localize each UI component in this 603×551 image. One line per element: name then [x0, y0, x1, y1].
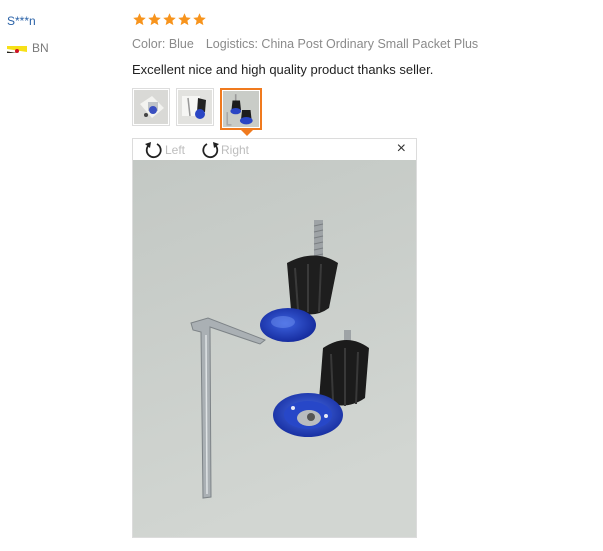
- review-thumbnail[interactable]: [176, 88, 214, 126]
- rotate-left-icon: [145, 142, 162, 159]
- star-icon: [148, 13, 161, 26]
- selected-thumbnail-caret: [241, 130, 253, 136]
- reviewer-name[interactable]: S***n: [7, 14, 36, 28]
- rotate-right-icon: [202, 142, 219, 159]
- color-attribute: Color: Blue: [132, 37, 194, 51]
- country-flag-icon: [7, 43, 27, 53]
- rotate-left-label: Left: [165, 143, 186, 157]
- country-code: BN: [32, 41, 49, 55]
- review-thumbnail-selected[interactable]: [220, 88, 262, 130]
- review-thumbnail[interactable]: [132, 88, 170, 126]
- image-viewer: Left Right ×: [132, 138, 417, 538]
- logistics-attribute: Logistics: China Post Ordinary Small Pac…: [205, 37, 479, 51]
- review-thumbnails: [132, 88, 262, 130]
- star-icon: [133, 13, 146, 26]
- viewer-toolbar: Left Right ×: [133, 139, 416, 160]
- rotate-left-button[interactable]: Left: [143, 141, 185, 159]
- rotate-right-label: Right: [221, 143, 250, 157]
- star-icon: [178, 13, 191, 26]
- close-icon[interactable]: ×: [397, 140, 406, 158]
- review-text: Excellent nice and high quality product …: [132, 62, 434, 77]
- order-attributes: Color: Blue Logistics: China Post Ordinar…: [132, 37, 478, 51]
- rating-stars: [132, 12, 207, 27]
- rotate-right-button[interactable]: Right: [199, 141, 249, 159]
- star-icon: [163, 13, 176, 26]
- review-photo: [133, 160, 416, 537]
- star-icon: [193, 13, 206, 26]
